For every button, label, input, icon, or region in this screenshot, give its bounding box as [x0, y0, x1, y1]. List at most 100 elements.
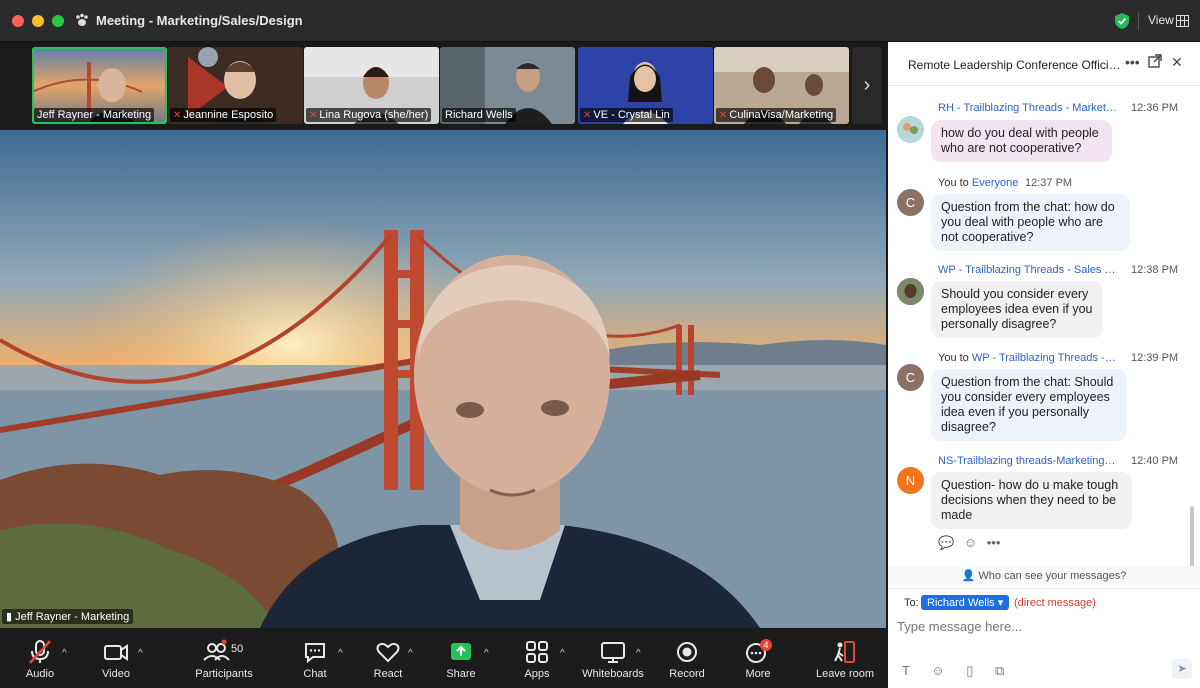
chat-button[interactable]: Chat	[280, 638, 350, 680]
participant-tile[interactable]: ✕ Lina Rugova (she/her)	[304, 47, 439, 124]
close-chat-icon[interactable]: ✕	[1171, 54, 1183, 71]
next-page-button[interactable]: ›	[852, 47, 882, 124]
participants-icon: 50	[189, 638, 259, 666]
message-bubble[interactable]: how do you deal with people who are not …	[931, 120, 1112, 162]
participants-button[interactable]: 50 Participants	[189, 638, 259, 680]
react-button[interactable]: React	[353, 638, 423, 680]
send-icon[interactable]: ➤	[1172, 659, 1192, 679]
participant-strip: Jeff Rayner - Marketing ✕ Jeannine Esposi…	[0, 42, 888, 128]
share-button[interactable]: Share	[426, 638, 496, 680]
message-actions: 💬 ☺ •••	[938, 535, 1000, 551]
chevron-right-icon: ›	[863, 74, 871, 96]
message-sender[interactable]: WP - Trailblazing Threads - Sales to...	[938, 264, 1118, 276]
who-can-see-link[interactable]: 👤 Who can see your messages?	[888, 566, 1200, 586]
participant-tile[interactable]: ✕ VE - Crystal Lin	[578, 47, 713, 124]
participant-name: ✕ Lina Rugova (she/her)	[306, 108, 432, 122]
reply-icon[interactable]: 💬	[938, 535, 954, 550]
speaker-video-frame	[0, 130, 886, 628]
avatar	[897, 278, 924, 305]
svg-text:50: 50	[231, 643, 243, 655]
message-sender[interactable]: RH - Trailblazing Threads - Marketin...	[938, 102, 1118, 114]
more-actions-icon[interactable]: •••	[987, 535, 1001, 550]
message-time: 12:36 PM	[1131, 102, 1179, 114]
close-window-button[interactable]	[12, 15, 24, 27]
mic-off-icon: ✕	[583, 110, 592, 121]
record-icon	[652, 638, 722, 666]
file-icon[interactable]: ▯	[966, 663, 973, 678]
mic-off-icon: ✕	[173, 110, 182, 121]
speaker-name-label: ▮ Jeff Rayner - Marketing	[2, 609, 134, 624]
chat-title: Remote Leadership Conference Official...	[908, 58, 1123, 72]
leave-room-button[interactable]: Leave room	[810, 638, 880, 680]
message-sender[interactable]: You to WP - Trailblazing Threads - Sa...	[938, 352, 1118, 364]
message-time: 12:37 PM	[1025, 177, 1073, 189]
view-button[interactable]: View	[1148, 13, 1174, 27]
participant-name: ✕ CulinaVisa/Marketing	[716, 108, 837, 122]
audio-options-caret[interactable]: ^	[62, 648, 67, 659]
video-options-caret[interactable]: ^	[138, 648, 143, 659]
participant-tile[interactable]: ✕ CulinaVisa/Marketing	[714, 47, 849, 124]
message-time: 12:40 PM	[1131, 455, 1179, 467]
participant-name: Jeff Rayner - Marketing	[34, 108, 155, 122]
participant-tile[interactable]: ✕ Jeannine Esposito	[168, 47, 303, 124]
leave-icon	[810, 638, 880, 666]
participant-tile[interactable]: Richard Wells	[440, 47, 575, 124]
svg-text:4: 4	[763, 640, 768, 650]
chat-header: Remote Leadership Conference Official...…	[888, 42, 1200, 86]
text-format-icon[interactable]: T	[902, 663, 910, 678]
to-label: To:	[904, 597, 919, 609]
whiteboards-options-caret[interactable]: ^	[636, 648, 641, 659]
recipient-select[interactable]: Richard Wells ▾	[921, 595, 1010, 610]
compose-tools: T ☺ ▯ ⧉	[902, 663, 1004, 679]
chat-message-list: RH - Trailblazing Threads - Marketin... …	[888, 86, 1200, 566]
apps-button[interactable]: Apps	[502, 638, 572, 680]
signal-bars-icon: ▮	[6, 611, 16, 623]
mic-off-icon: ✕	[309, 110, 318, 121]
message-time: 12:39 PM	[1131, 352, 1179, 364]
message-time: 12:38 PM	[1131, 264, 1179, 276]
more-button[interactable]: 4 More	[723, 638, 793, 680]
caret-down-icon: ▾	[997, 597, 1004, 609]
title-bar: Meeting - Marketing/Sales/Design View	[0, 0, 1200, 42]
message-bubble[interactable]: Should you consider every employees idea…	[931, 281, 1103, 338]
message-bubble[interactable]: Question from the chat: how do you deal …	[931, 194, 1130, 251]
chat-scrollbar[interactable]	[1190, 506, 1194, 566]
avatar: C	[897, 364, 924, 391]
paw-icon	[74, 12, 90, 28]
chat-options-caret[interactable]: ^	[338, 648, 343, 659]
window-title: Meeting - Marketing/Sales/Design	[96, 13, 303, 28]
maximize-window-button[interactable]	[52, 15, 64, 27]
message-sender[interactable]: NS-Trailblazing threads-Marketing d...	[938, 455, 1118, 467]
mic-off-icon: ✕	[719, 110, 728, 121]
audio-button[interactable]: Audio	[5, 638, 75, 680]
meeting-window: Meeting - Marketing/Sales/Design View Je…	[0, 0, 1200, 688]
participant-tile[interactable]: Jeff Rayner - Marketing	[32, 47, 167, 124]
grid-view-icon[interactable]	[1176, 14, 1189, 27]
video-button[interactable]: Video	[81, 638, 151, 680]
pop-out-icon[interactable]	[1148, 54, 1162, 71]
minimize-window-button[interactable]	[32, 15, 44, 27]
react-options-caret[interactable]: ^	[408, 648, 413, 659]
emoji-icon[interactable]: ☺	[931, 663, 944, 678]
record-button[interactable]: Record	[652, 638, 722, 680]
avatar: C	[897, 189, 924, 216]
avatar: N	[897, 467, 924, 494]
more-options-icon[interactable]: •••	[1125, 54, 1140, 70]
screenshot-icon[interactable]: ⧉	[995, 663, 1004, 678]
message-bubble[interactable]: Question from the chat: Should you consi…	[931, 369, 1127, 441]
shield-icon[interactable]	[1114, 12, 1130, 30]
participant-name: Richard Wells	[442, 108, 516, 122]
divider	[1138, 12, 1139, 30]
message-bubble[interactable]: Question- how do u make tough decisions …	[931, 472, 1132, 529]
participant-name: ✕ Jeannine Esposito	[170, 108, 277, 122]
message-input[interactable]	[897, 615, 1187, 637]
whiteboards-button[interactable]: Whiteboards	[578, 638, 648, 680]
person-icon: 👤	[961, 570, 979, 582]
chat-compose: To: Richard Wells ▾ (direct message) T ☺…	[888, 588, 1200, 688]
chat-panel: Remote Leadership Conference Official...…	[888, 42, 1200, 688]
emoji-reaction-icon[interactable]: ☺	[964, 535, 977, 550]
apps-options-caret[interactable]: ^	[560, 648, 565, 659]
active-speaker-video: ▮ Jeff Rayner - Marketing	[0, 130, 886, 628]
participant-name: ✕ VE - Crystal Lin	[580, 108, 673, 122]
share-options-caret[interactable]: ^	[484, 648, 489, 659]
